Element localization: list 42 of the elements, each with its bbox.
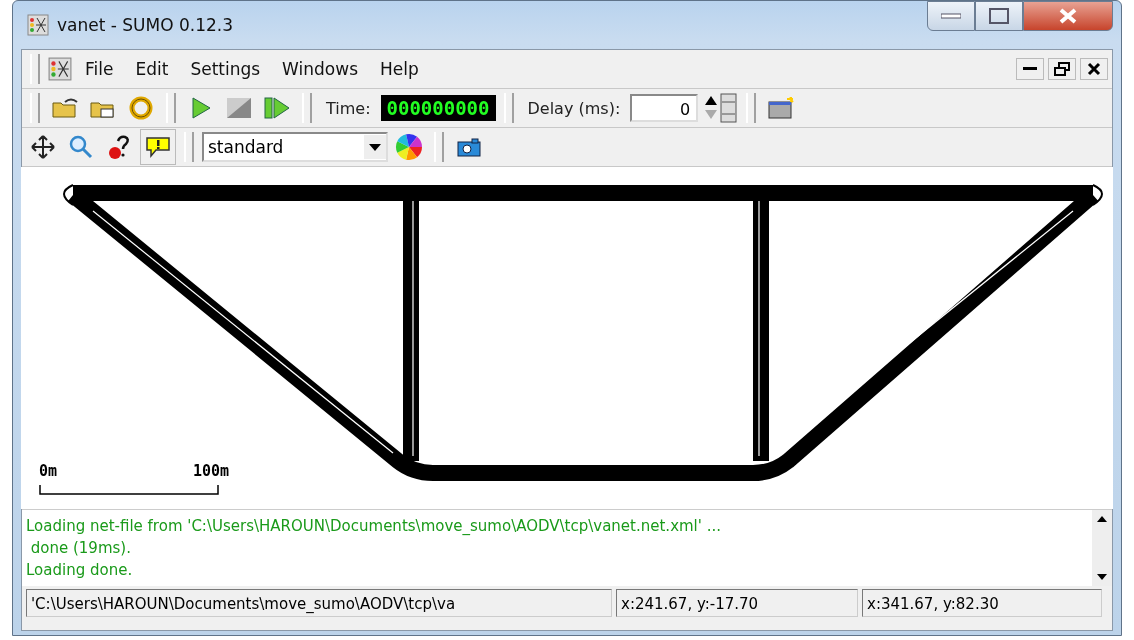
maximize-button[interactable] [975, 1, 1023, 31]
restore-icon [1054, 62, 1070, 76]
toolbar-grip[interactable] [30, 93, 40, 123]
log-line: done (19ms). [29, 538, 132, 559]
scheme-dropdown[interactable]: standard [202, 132, 388, 162]
delay-field[interactable]: 0 [630, 94, 699, 122]
menu-item[interactable]: Windows [273, 59, 367, 79]
time-label: Time: [326, 98, 371, 118]
close-icon [1087, 62, 1101, 76]
toolbar-grip[interactable] [503, 93, 514, 123]
toolbar-grip[interactable] [184, 132, 194, 162]
minimize-icon [941, 13, 961, 19]
maximize-icon [989, 8, 1009, 24]
menu-item[interactable]: Edit [126, 59, 178, 79]
status-field: 'C:\Users\HAROUN\Documents\move_sumo\AODV\tcp\va [26, 589, 612, 617]
status-field: x:341.67, y:82.30 [862, 589, 1102, 617]
app-icon [48, 57, 72, 81]
delay-label: Delay (ms): [527, 98, 621, 118]
toolbar-grip[interactable] [746, 93, 757, 123]
app-icon [27, 14, 49, 36]
menu-item[interactable]: Help [371, 59, 428, 79]
toolbar-grip[interactable] [302, 93, 312, 123]
scrollbar[interactable] [1092, 510, 1112, 586]
menu-item[interactable]: File [76, 59, 123, 79]
scale-label: 0m [39, 462, 58, 480]
log-line: Loading done. [26, 560, 134, 581]
time-display: 000000000 [380, 95, 496, 121]
status-field: x:241.67, y:-17.70 [616, 589, 858, 617]
log-line: Loading net-file from 'C:\Users\HAROUN\Documents\move_sumo\AODV\tcp\vanet.net.xml' ... [26, 516, 722, 537]
spinner-icon[interactable] [702, 92, 739, 124]
scale-label: 100m [192, 462, 229, 480]
toolbar-grip[interactable] [30, 54, 40, 84]
restore-button[interactable] [1048, 58, 1076, 80]
speech-bubble-icon[interactable] [140, 129, 176, 165]
toolbar-grip[interactable] [434, 132, 444, 162]
toolbar-grip[interactable] [166, 93, 176, 123]
minimize-button[interactable] [1016, 58, 1044, 80]
close-icon [1058, 8, 1078, 24]
window-title: vanet - SUMO 0.12.3 [57, 15, 235, 35]
minimize-icon [1023, 67, 1037, 71]
close-button[interactable] [1080, 58, 1108, 80]
menu-item[interactable]: Settings [181, 59, 270, 79]
